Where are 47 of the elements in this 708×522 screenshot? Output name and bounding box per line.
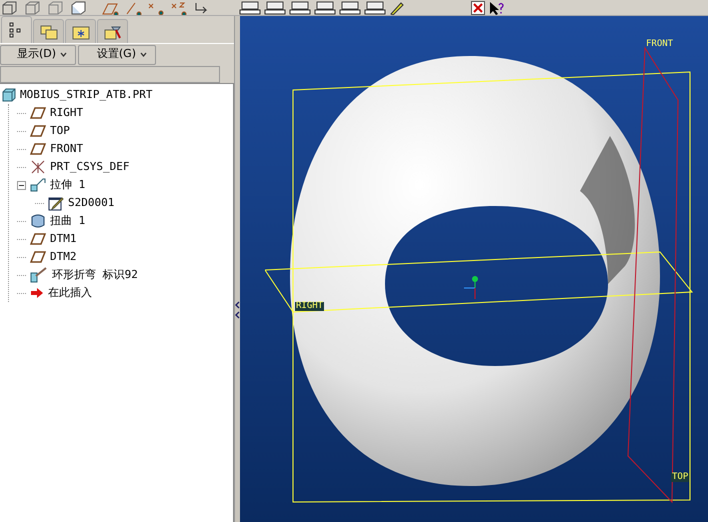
- tree-item[interactable]: 环形折弯 标识92: [52, 266, 138, 284]
- measure-icon[interactable]: [364, 0, 386, 14]
- plane-icon: [30, 125, 46, 137]
- menu-button[interactable]: 设置(G): [78, 44, 156, 64]
- folders-icon: [40, 24, 58, 40]
- caret-icon: [60, 52, 67, 57]
- panel-tab[interactable]: [65, 19, 96, 43]
- tree-item[interactable]: MOBIUS_STRIP_ATB.PRT: [20, 86, 152, 104]
- measure-icon[interactable]: [339, 0, 361, 14]
- toolbar-icon[interactable]: [124, 0, 144, 15]
- folder-hammer-icon: [104, 24, 122, 40]
- panel-tab[interactable]: [1, 16, 32, 43]
- extrude-icon: [30, 177, 46, 193]
- plane-icon: [30, 107, 46, 119]
- tree-item[interactable]: PRT_CSYS_DEF: [50, 158, 130, 176]
- tree-item[interactable]: DTM2: [50, 248, 76, 266]
- tree-item[interactable]: RIGHT: [50, 104, 84, 122]
- datum-plane-label: RIGHT: [295, 302, 324, 311]
- tree-item[interactable]: 拉伸 1: [50, 176, 86, 194]
- insert-arrow-icon: [30, 287, 44, 299]
- toroidal-bend-icon: [30, 267, 48, 283]
- coordinate-system-icon: [30, 159, 46, 175]
- tree-item[interactable]: TOP: [50, 122, 70, 140]
- tree-item[interactable]: 扭曲 1: [50, 212, 86, 230]
- plane-icon: [30, 233, 46, 245]
- datum-plane-label: TOP: [671, 473, 690, 482]
- caret-icon: [140, 52, 147, 57]
- menu-button[interactable]: 显示(D): [0, 44, 76, 64]
- measure-icon[interactable]: [314, 0, 336, 14]
- sketch-pencil-icon: [48, 195, 64, 211]
- plane-icon: [30, 143, 46, 155]
- part-icon: [2, 88, 16, 102]
- plane-icon: [30, 251, 46, 263]
- measure-icon[interactable]: [289, 0, 311, 14]
- warp-icon: [30, 213, 46, 229]
- tree-item[interactable]: S2D0001: [68, 194, 114, 212]
- expander-icon[interactable]: [17, 180, 26, 190]
- tree-item[interactable]: 在此插入: [48, 284, 92, 302]
- panel-tab[interactable]: [97, 19, 128, 43]
- tree-item[interactable]: FRONT: [50, 140, 84, 158]
- tree-item[interactable]: DTM1: [50, 230, 76, 248]
- close-icon[interactable]: [471, 0, 485, 14]
- measure-icon[interactable]: [239, 0, 261, 14]
- datum-plane-label: FRONT: [646, 40, 674, 49]
- measure-icon[interactable]: [264, 0, 286, 14]
- panel-tab[interactable]: [33, 19, 64, 43]
- help-pointer-icon[interactable]: [488, 0, 506, 14]
